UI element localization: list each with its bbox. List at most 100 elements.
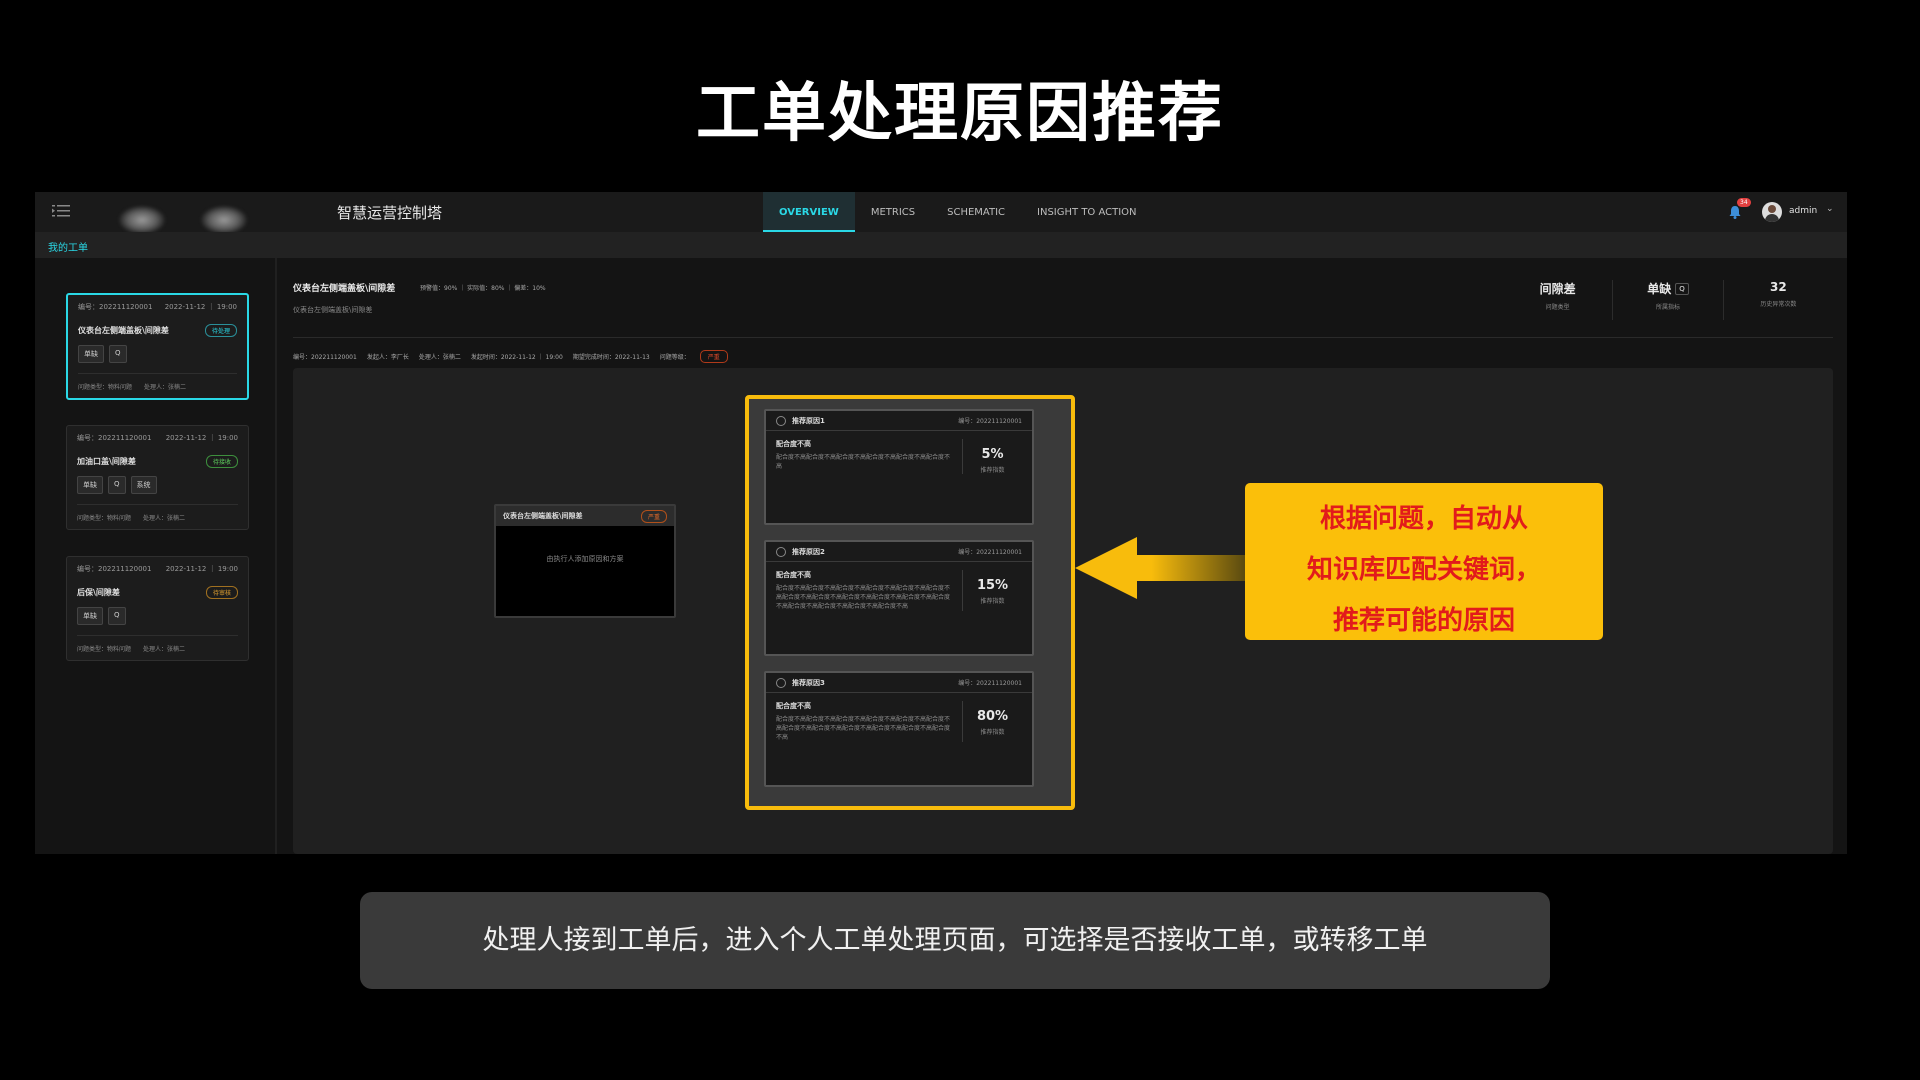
status-badge: 待处理 xyxy=(204,324,237,337)
menu-collapse-icon[interactable] xyxy=(52,204,70,218)
reason-title: 推荐原因2 xyxy=(792,547,825,556)
callout-line: 推荐可能的原因 xyxy=(1332,606,1515,636)
handler: 处理人：张楠二 xyxy=(144,384,187,391)
reason-subtitle: 配合度不高 xyxy=(776,571,811,579)
reason-number: 编号：202211120001 xyxy=(958,418,1022,425)
node-title: 仪表台左侧端盖板\间隙差 xyxy=(503,512,583,520)
ticket-date: 2022-11-12 ｜ 19:00 xyxy=(165,565,238,573)
info-expected-time: 期望完成时间：2022-11-13 xyxy=(572,354,650,361)
status-badge: 待审核 xyxy=(205,586,238,599)
user-name[interactable]: admin xyxy=(1789,206,1817,216)
reason-percentage-label: 推荐指数 xyxy=(980,729,1005,736)
chevron-down-icon[interactable]: ⌄ xyxy=(1826,204,1834,214)
ticket-tag: 单缺 xyxy=(77,476,103,494)
reason-card[interactable]: 推荐原因3 编号：202211120001 配合度不高 配合度不高配合度不高配合度… xyxy=(764,671,1034,787)
section-title[interactable]: 我的工单 xyxy=(48,239,88,254)
reason-number: 编号：202211120001 xyxy=(958,680,1022,687)
ticket-tag: Q xyxy=(108,476,126,494)
node-severity-badge: 严重 xyxy=(640,509,667,523)
slide-caption: 处理人接到工单后，进入个人工单处理页面，可选择是否接收工单，或转移工单 xyxy=(360,892,1550,989)
reason-card[interactable]: 推荐原因2 编号：202211120001 配合度不高 配合度不高配合度不高配合度… xyxy=(764,540,1034,656)
info-handler: 处理人：张楠二 xyxy=(418,354,461,361)
ticket-number: 编号：202211120001 xyxy=(77,565,152,573)
nav-tabs: OVERVIEW METRICS SCHEMATIC INSIGHT TO AC… xyxy=(763,192,1153,232)
divider xyxy=(293,337,1833,338)
ticket-tag: 单缺 xyxy=(78,345,104,363)
reason-description: 配合度不高配合度不高配合度不高配合度不高配合度不高配合度不高 xyxy=(776,454,951,470)
reason-subtitle: 配合度不高 xyxy=(776,702,811,710)
reason-percentage: 80% xyxy=(976,709,1009,724)
stat-value: 间隙差 xyxy=(1539,282,1576,296)
stats-panel: 间隙差 问题类型 单缺 Q 所属指标 32 历史异常次数 xyxy=(1503,280,1833,320)
tab-insight-to-action[interactable]: INSIGHT TO ACTION xyxy=(1021,192,1153,232)
stat-label: 所属指标 xyxy=(1655,304,1680,311)
sidebar-divider xyxy=(275,258,277,854)
reason-percentage: 5% xyxy=(981,447,1004,462)
stat-label: 历史异常次数 xyxy=(1760,301,1797,308)
reason-title: 推荐原因3 xyxy=(792,678,825,687)
ticket-date: 2022-11-12 ｜ 19:00 xyxy=(164,303,237,311)
problem-node[interactable]: 仪表台左侧端盖板\间隙差 严重 由执行人添加原因和方案 xyxy=(494,504,676,618)
ticket-title: 加油口盖\间隙差 xyxy=(77,457,136,466)
ticket-number: 编号：202211120001 xyxy=(78,303,153,311)
sub-bar: 我的工单 xyxy=(35,232,1847,258)
problem-type: 问题类型：物料问题 xyxy=(77,646,132,653)
info-start-time: 发起时间：2022-11-12 ｜ 19:00 xyxy=(470,354,563,361)
ticket-tag: Q xyxy=(108,607,126,625)
handler: 处理人：张楠二 xyxy=(143,515,186,522)
reason-card[interactable]: 推荐原因1 编号：202211120001 配合度不高 配合度不高配合度不高配合度… xyxy=(764,409,1034,525)
reason-radio[interactable] xyxy=(776,415,786,426)
ticket-title: 后保\间隙差 xyxy=(77,588,120,597)
reason-percentage-label: 推荐指数 xyxy=(980,467,1005,474)
notification-badge: 34 xyxy=(1737,198,1751,207)
problem-type: 问题类型：物料问题 xyxy=(77,515,132,522)
node-body: 由执行人添加原因和方案 xyxy=(546,555,624,563)
app-title: 智慧运营控制塔 xyxy=(337,204,443,222)
ticket-card[interactable]: 编号：202211120001 2022-11-12 ｜ 19:00 后保\间隙差… xyxy=(66,556,249,661)
stat-value: 单缺 xyxy=(1647,282,1672,296)
severity-badge: 严重 xyxy=(699,350,728,363)
ticket-card[interactable]: 编号：202211120001 2022-11-12 ｜ 19:00 加油口盖\间… xyxy=(66,425,249,530)
recommended-reasons-panel: 推荐原因1 编号：202211120001 配合度不高 配合度不高配合度不高配合度… xyxy=(745,395,1075,810)
reason-radio[interactable] xyxy=(776,677,786,688)
ticket-number: 编号：202211120001 xyxy=(77,434,152,442)
arrow-left-icon xyxy=(1075,537,1245,599)
stat-value: 32 xyxy=(1769,280,1787,294)
stat-history-count: 32 历史异常次数 xyxy=(1722,280,1833,320)
reason-percentage-label: 推荐指数 xyxy=(980,598,1005,605)
callout-line: 知识库匹配关键词， xyxy=(1306,555,1541,585)
detail-title: 仪表台左侧端盖板\间隙差 xyxy=(293,284,396,294)
slide-title: 工单处理原因推荐 xyxy=(696,77,1224,151)
info-number: 编号：202211120001 xyxy=(293,354,357,361)
avatar[interactable] xyxy=(1762,202,1782,222)
stat-problem-type: 间隙差 问题类型 xyxy=(1503,280,1612,320)
problem-type: 问题类型：物料问题 xyxy=(78,384,133,391)
tab-schematic[interactable]: SCHEMATIC xyxy=(931,192,1021,232)
stat-badge: Q xyxy=(1675,282,1689,295)
tab-metrics[interactable]: METRICS xyxy=(855,192,931,232)
reason-subtitle: 配合度不高 xyxy=(776,440,811,448)
detail-info-row: 编号：202211120001 发起人：李厂长 处理人：张楠二 发起时间：202… xyxy=(293,350,728,363)
tab-overview[interactable]: OVERVIEW xyxy=(763,192,855,232)
reason-radio[interactable] xyxy=(776,546,786,557)
ticket-tag: 系统 xyxy=(130,476,157,494)
detail-subtitle: 仪表台左侧端盖板\间隙差 xyxy=(293,306,373,314)
detail-metrics: 预警值：90% ｜ 实际值：80% ｜ 偏差：10% xyxy=(420,285,546,292)
callout-line: 根据问题，自动从 xyxy=(1319,504,1528,534)
info-initiator: 发起人：李厂长 xyxy=(366,354,409,361)
stat-indicator: 单缺 Q 所属指标 xyxy=(1612,280,1722,320)
ticket-date: 2022-11-12 ｜ 19:00 xyxy=(165,434,238,442)
stat-label: 问题类型 xyxy=(1545,304,1570,311)
reason-number: 编号：202211120001 xyxy=(958,549,1022,556)
reason-percentage: 15% xyxy=(976,578,1009,593)
reason-description: 配合度不高配合度不高配合度不高配合度不高配合度不高配合度不高配合度不高配合度不高… xyxy=(776,585,951,610)
ticket-card[interactable]: 编号：202211120001 2022-11-12 ｜ 19:00 仪表台左侧端… xyxy=(66,293,249,400)
reason-title: 推荐原因1 xyxy=(792,416,825,425)
ticket-tag: Q xyxy=(109,345,127,363)
ticket-title: 仪表台左侧端盖板\间隙差 xyxy=(78,326,169,335)
reason-description: 配合度不高配合度不高配合度不高配合度不高配合度不高配合度不高配合度不高配合度不高… xyxy=(776,716,951,741)
top-bar: 智慧运营控制塔 OVERVIEW METRICS SCHEMATIC INSIG… xyxy=(35,192,1847,234)
info-level-label: 问题等级： xyxy=(659,354,690,361)
handler: 处理人：张楠二 xyxy=(143,646,186,653)
callout-box: 根据问题，自动从 知识库匹配关键词， 推荐可能的原因 xyxy=(1245,483,1603,640)
